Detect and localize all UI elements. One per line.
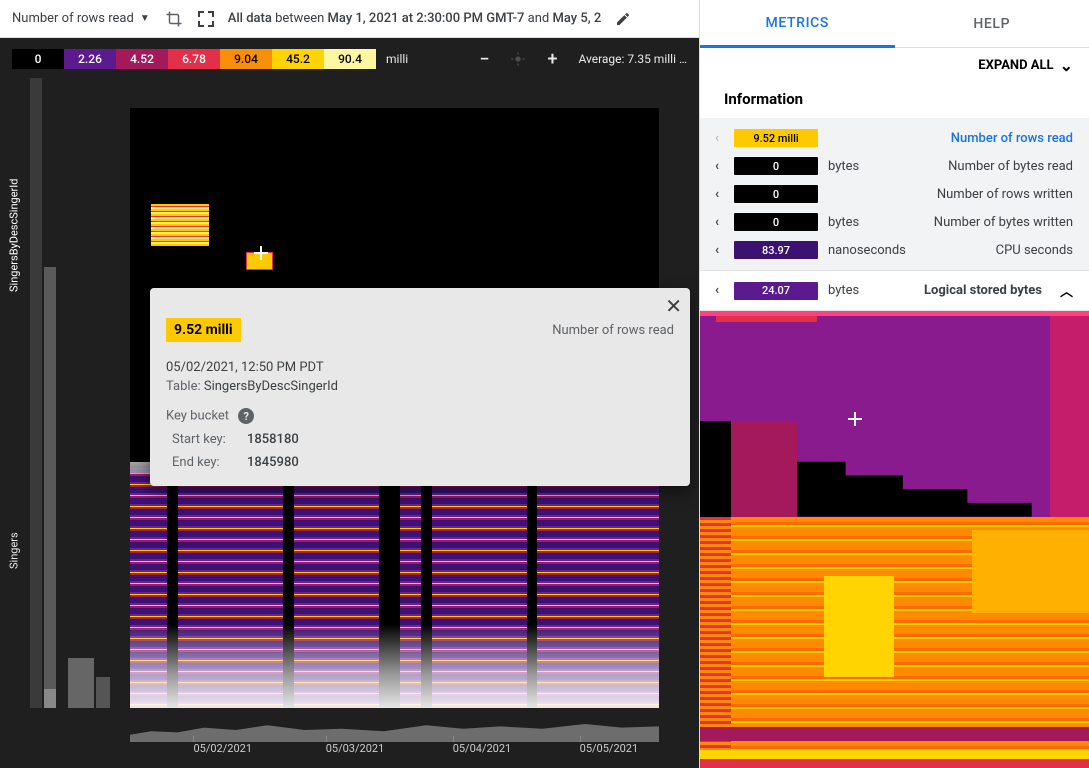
heatmap-visualization[interactable]: 0 2.26 4.52 6.78 9.04 45.2 90.4 milli − … bbox=[0, 38, 699, 768]
tab-help[interactable]: HELP bbox=[895, 0, 1089, 47]
chevron-left-icon[interactable]: ‹ bbox=[710, 159, 724, 174]
x-tick: 05/04/2021 bbox=[453, 742, 512, 755]
chevron-down-icon: ⌄ bbox=[1060, 56, 1073, 75]
overview-sparkline[interactable]: 05/02/2021 05/03/2021 05/04/2021 05/05/2… bbox=[130, 714, 659, 754]
chevron-down-icon: ▼ bbox=[140, 13, 150, 24]
metric-row-expanded[interactable]: ‹ 24.07 bytes Logical stored bytes ︿ bbox=[700, 270, 1089, 311]
crop-icon[interactable] bbox=[164, 9, 184, 29]
utilization-bars bbox=[30, 78, 110, 708]
expand-all-button[interactable]: EXPAND ALL ⌄ bbox=[700, 48, 1089, 82]
chevron-left-icon[interactable]: ‹ bbox=[710, 187, 724, 202]
metric-value-badge: 83.97 bbox=[734, 241, 818, 259]
legend-swatch: 6.78 bbox=[168, 49, 220, 69]
x-axis-ticks: 05/02/2021 05/03/2021 05/04/2021 05/05/2… bbox=[130, 742, 659, 754]
metric-value-badge: 9.52 milli bbox=[734, 129, 818, 147]
metric-row[interactable]: ‹ 83.97 nanoseconds CPU seconds bbox=[700, 236, 1089, 264]
tooltip-table-name: SingersByDescSingerId bbox=[204, 379, 338, 394]
tooltip-value-badge: 9.52 milli bbox=[166, 318, 241, 342]
legend-swatch: 45.2 bbox=[272, 49, 324, 69]
help-icon[interactable]: ? bbox=[238, 408, 254, 424]
metric-row[interactable]: ‹ 0 bytes Number of bytes read bbox=[700, 152, 1089, 180]
side-heatmap[interactable] bbox=[700, 311, 1089, 768]
zoom-out-icon[interactable]: − bbox=[476, 51, 492, 67]
metric-select-label: Number of rows read bbox=[12, 11, 134, 26]
metric-list: ‹ 9.52 milli Number of rows read ‹ 0 byt… bbox=[700, 118, 1089, 270]
crosshair-icon bbox=[848, 412, 862, 426]
metric-row[interactable]: ‹ 0 Number of rows written bbox=[700, 180, 1089, 208]
close-icon[interactable]: ✕ bbox=[665, 294, 682, 318]
datapoint-tooltip: ✕ 9.52 milli Number of rows read 05/02/2… bbox=[150, 288, 690, 486]
metric-value-badge: 0 bbox=[734, 185, 818, 203]
legend-swatch: 4.52 bbox=[116, 49, 168, 69]
side-panel: METRICS HELP EXPAND ALL ⌄ Information ‹ … bbox=[700, 0, 1089, 768]
time-range-text: All data between May 1, 2021 at 2:30:00 … bbox=[228, 11, 602, 26]
average-text: Average: 7.35 milli … bbox=[578, 52, 687, 66]
legend-unit: milli bbox=[386, 52, 408, 66]
tooltip-start-key: 1858180 bbox=[247, 432, 299, 447]
x-tick: 05/03/2021 bbox=[326, 742, 385, 755]
color-legend: 0 2.26 4.52 6.78 9.04 45.2 90.4 milli − … bbox=[12, 48, 687, 70]
chevron-up-icon[interactable]: ︿ bbox=[1060, 281, 1073, 300]
x-tick: 05/02/2021 bbox=[193, 742, 252, 755]
y-axis-label: SingersByDescSingerId bbox=[0, 78, 28, 393]
edit-icon[interactable] bbox=[615, 11, 631, 27]
crosshair-icon bbox=[254, 246, 268, 260]
tab-metrics[interactable]: METRICS bbox=[700, 0, 895, 48]
metric-row[interactable]: ‹ 9.52 milli Number of rows read bbox=[700, 124, 1089, 152]
zoom-in-icon[interactable]: + bbox=[544, 51, 560, 67]
chevron-left-icon[interactable]: ‹ bbox=[710, 243, 724, 258]
focus-icon[interactable] bbox=[510, 51, 526, 67]
information-heading: Information bbox=[700, 82, 1089, 118]
legend-swatch: 9.04 bbox=[220, 49, 272, 69]
chevron-left-icon[interactable]: ‹ bbox=[710, 215, 724, 230]
metric-value-badge: 24.07 bbox=[734, 282, 818, 300]
top-toolbar: Number of rows read ▼ All data between M… bbox=[0, 0, 699, 38]
metric-value-badge: 0 bbox=[734, 213, 818, 231]
tooltip-metric-name: Number of rows read bbox=[552, 323, 674, 338]
tooltip-timestamp: 05/02/2021, 12:50 PM PDT bbox=[166, 360, 674, 375]
side-tabs: METRICS HELP bbox=[700, 0, 1089, 48]
metric-value-badge: 0 bbox=[734, 157, 818, 175]
fullscreen-icon[interactable] bbox=[198, 11, 214, 27]
legend-swatch: 0 bbox=[12, 49, 64, 69]
chevron-left-icon: ‹ bbox=[710, 131, 724, 146]
legend-swatch: 2.26 bbox=[64, 49, 116, 69]
y-axis-labels: SingersByDescSingerId Singers bbox=[0, 78, 28, 708]
chevron-left-icon[interactable]: ‹ bbox=[710, 283, 724, 298]
metric-row[interactable]: ‹ 0 bytes Number of bytes written bbox=[700, 208, 1089, 236]
y-axis-label: Singers bbox=[0, 393, 28, 708]
metric-select-dropdown[interactable]: Number of rows read ▼ bbox=[12, 11, 150, 26]
tooltip-end-key: 1845980 bbox=[247, 455, 299, 470]
x-tick: 05/05/2021 bbox=[580, 742, 639, 755]
legend-swatch: 90.4 bbox=[324, 49, 376, 69]
